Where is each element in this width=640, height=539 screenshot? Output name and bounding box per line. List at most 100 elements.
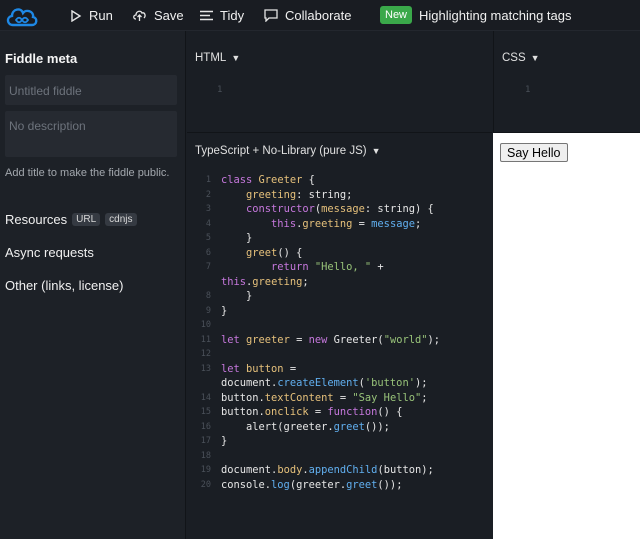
code-line[interactable]: 9} [187,304,492,319]
code-line[interactable]: 6 greet() { [187,246,492,261]
other-label: Other (links, license) [5,278,124,293]
line-number: 3 [205,204,211,214]
code-token: button. [221,406,265,418]
code-text: let button = [211,362,296,377]
code-editor[interactable]: 1 class Greeter {2 greeting: string; 3 con… [187,173,492,492]
fiddle-title-input[interactable]: Untitled fiddle [5,75,177,105]
html-editor-panel[interactable]: HTML ▼ 1 [187,31,492,133]
cloud-logo-icon[interactable] [4,3,40,29]
js-panel-label[interactable]: TypeScript + No-Library (pure JS) ▼ [195,145,381,157]
css-line-number: 1 [525,85,531,95]
code-text: this.greeting; [211,275,309,290]
sidebar: Fiddle meta Untitled fiddle No descripti… [0,31,186,539]
code-line[interactable]: 14 button.textContent = "Say Hello"; [187,391,492,406]
save-button[interactable]: Save [132,0,184,31]
code-line[interactable]: 8 } [187,289,492,304]
top-toolbar: Run Save Tidy Collaborate New Highlighti… [0,0,640,31]
code-line[interactable]: 17} [187,434,492,449]
css-panel-label[interactable]: CSS ▼ [502,52,540,64]
code-text: button.textContent = "Say Hello"; [211,391,428,406]
resources-url-chip[interactable]: URL [72,213,101,226]
code-token: : string; [296,188,353,201]
code-line[interactable]: 7 return "Hello, " + [187,260,492,275]
code-token: let [221,333,247,346]
code-token: "Hello, " [314,261,372,273]
code-token: body [277,464,303,476]
code-line[interactable]: 2 greeting: string; [187,188,492,203]
tidy-label: Tidy [220,8,245,23]
code-text: let greeter = new Greeter("world"); [211,333,440,348]
line-number: 7 [205,262,211,272]
code-token: document. [221,464,278,476]
code-line[interactable]: 1 class Greeter { [187,173,492,188]
new-feature-link[interactable]: Highlighting matching tags [419,0,571,31]
result-panel: Say Hello [493,133,640,539]
code-line[interactable]: 18 [187,449,492,464]
code-token: = [283,362,297,375]
line-number: 4 [205,218,211,229]
code-line[interactable]: 3 constructor(message: string) { [187,202,492,217]
play-icon [71,9,82,22]
code-token: textContent [264,391,334,404]
resources-section[interactable]: Resources URL cdnjs [5,212,137,227]
code-text: } [211,289,252,304]
code-token: message [371,217,415,230]
code-line[interactable]: 5 } [187,231,492,246]
code-token: button. [221,391,265,404]
line-number: 2 [205,189,211,200]
line-number: 5 [205,233,211,243]
code-line[interactable]: 15 button.onclick = function() { [187,405,492,420]
line-number: 11 [200,334,211,345]
code-line[interactable]: 4 this.greeting = message; [187,217,492,232]
async-requests-section[interactable]: Async requests [5,245,94,260]
code-token: } [221,435,228,447]
code-line[interactable]: document.createElement('button'); [187,376,492,391]
line-number: 20 [200,479,211,490]
code-token: ); [414,377,428,389]
code-line[interactable]: 19 document.body.appendChild(button); [187,463,492,478]
tidy-button[interactable]: Tidy [200,0,244,31]
code-token: ; [302,275,309,288]
async-requests-label: Async requests [5,245,94,260]
code-token: ()); [364,420,390,433]
code-token: console. [221,478,272,491]
code-token: class [221,174,259,186]
code-line[interactable]: 16 alert(greeter.greet()); [187,420,492,435]
code-line[interactable]: 10 [187,318,492,333]
say-hello-button[interactable]: Say Hello [500,143,568,162]
html-panel-label[interactable]: HTML ▼ [195,52,240,64]
code-token: (greeter. [289,478,347,491]
code-token: return [271,261,315,273]
css-editor-panel[interactable]: CSS ▼ 1 [493,31,640,133]
code-token: { [302,174,315,186]
fiddle-meta-title: Fiddle meta [5,51,78,66]
code-text: alert(greeter.greet()); [211,420,390,435]
line-number [187,376,211,391]
code-line[interactable]: 13 let button = [187,362,492,377]
code-line[interactable]: 20 console.log(greeter.greet()); [187,478,492,493]
code-token: onclick [264,406,309,418]
code-text: this.greeting = message; [211,217,421,232]
code-token: log [271,478,290,491]
other-section[interactable]: Other (links, license) [5,278,123,293]
js-editor-panel[interactable]: TypeScript + No-Library (pure JS) ▼ 1 cla… [187,133,492,539]
resources-label: Resources [5,212,68,227]
run-button[interactable]: Run [70,0,113,31]
code-token: + [371,261,384,273]
code-line[interactable]: 12 [187,347,492,362]
html-label-text: HTML [195,52,227,64]
line-number: 17 [200,436,211,446]
code-token: = [289,333,309,346]
collaborate-button[interactable]: Collaborate [264,0,352,31]
code-line[interactable]: this.greeting; [187,275,492,290]
code-line[interactable]: 11 let greeter = new Greeter("world"); [187,333,492,348]
resources-cdnjs-chip[interactable]: cdnjs [105,213,137,226]
line-number: 12 [200,349,211,359]
fiddle-description-input[interactable]: No description [5,111,177,157]
